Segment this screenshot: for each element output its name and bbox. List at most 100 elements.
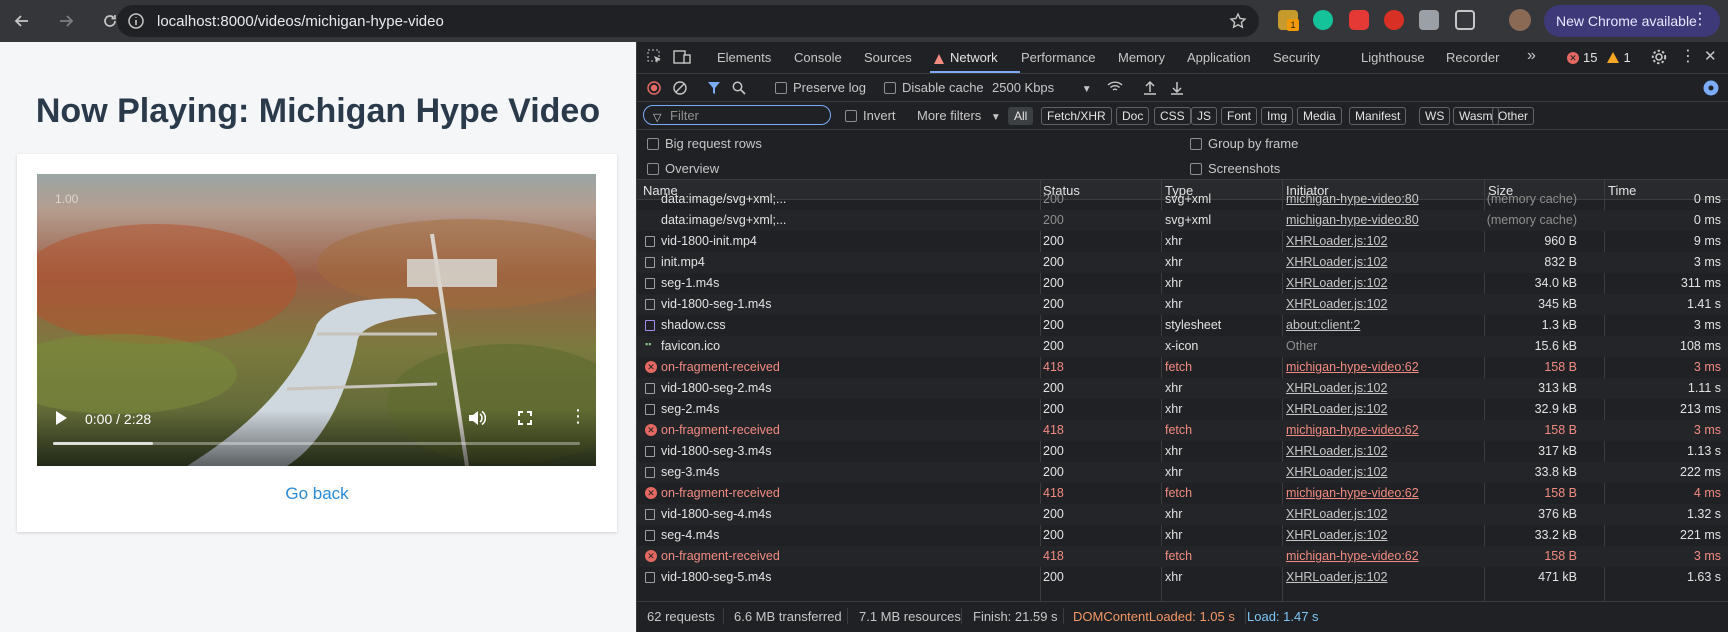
throttling-select[interactable]: 2500 Kbps ▼ — [992, 80, 1092, 95]
settings-gear-icon[interactable] — [1651, 49, 1667, 68]
disable-cache-checkbox[interactable]: Disable cache — [884, 80, 984, 95]
table-row[interactable]: vid-1800-seg-5.m4s 200 xhr XHRLoader.js:102… — [637, 567, 1728, 588]
go-back-link[interactable]: Go back — [17, 484, 617, 504]
record-stop-icon[interactable] — [647, 81, 661, 98]
screenshots-checkbox[interactable]: Screenshots — [1190, 161, 1280, 176]
more-filters-dropdown[interactable]: More filters ▼ — [917, 108, 1001, 123]
table-row[interactable]: ▪▪ favicon.ico 200 x-icon Other 15.6 kB 108 ms — [637, 336, 1728, 357]
request-initiator[interactable]: michigan-hype-video:62 — [1286, 360, 1419, 374]
grammarly-icon[interactable] — [1313, 10, 1333, 30]
video-extension-icon[interactable] — [1349, 10, 1369, 30]
table-row[interactable]: vid-1800-seg-4.m4s 200 xhr XHRLoader.js:102… — [637, 504, 1728, 525]
filter-chip-img[interactable]: Img — [1261, 107, 1294, 125]
table-row[interactable]: seg-2.m4s 200 xhr XHRLoader.js:102 32.9 kB 21… — [637, 399, 1728, 420]
extensions-puzzle-icon[interactable] — [1455, 10, 1475, 30]
table-row[interactable]: ✕ on-fragment-received 418 fetch michigan-hy… — [637, 546, 1728, 567]
back-icon[interactable] — [10, 9, 34, 33]
url-text[interactable]: localhost:8000/videos/michigan-hype-vide… — [157, 13, 444, 30]
inspect-element-icon[interactable] — [647, 49, 663, 68]
filter-chip-font[interactable]: Font — [1221, 107, 1258, 125]
request-initiator[interactable]: about:client:2 — [1286, 318, 1360, 332]
screenshots-box[interactable] — [1190, 163, 1202, 175]
table-row[interactable]: ✕ on-fragment-received 418 fetch michigan-hy… — [637, 483, 1728, 504]
group-by-frame-checkbox[interactable]: Group by frame — [1190, 136, 1298, 151]
volume-icon[interactable] — [468, 410, 487, 429]
overview-checkbox[interactable]: Overview — [647, 161, 719, 176]
request-initiator[interactable]: michigan-hype-video:62 — [1286, 549, 1419, 563]
invert-box[interactable] — [845, 110, 857, 122]
network-conditions-icon[interactable] — [1107, 80, 1123, 97]
filter-chip-ws[interactable]: WS — [1419, 107, 1451, 125]
kebab-menu-icon[interactable]: ⋮ — [1692, 12, 1708, 28]
tab-sources[interactable]: Sources — [864, 50, 912, 65]
request-initiator[interactable]: XHRLoader.js:102 — [1286, 507, 1387, 521]
request-initiator[interactable]: XHRLoader.js:102 — [1286, 381, 1387, 395]
tab-elements[interactable]: Elements — [717, 50, 771, 65]
request-initiator[interactable]: XHRLoader.js:102 — [1286, 402, 1387, 416]
filter-chip-all[interactable]: All — [1008, 107, 1034, 125]
disable-cache-box[interactable] — [884, 82, 896, 94]
extension-cloud-icon[interactable]: 1 — [1278, 10, 1299, 31]
request-initiator[interactable]: XHRLoader.js:102 — [1286, 444, 1387, 458]
request-initiator[interactable]: XHRLoader.js:102 — [1286, 234, 1387, 248]
more-tabs-icon[interactable]: » — [1527, 47, 1536, 65]
device-toolbar-icon[interactable] — [673, 49, 691, 68]
request-initiator[interactable]: XHRLoader.js:102 — [1286, 276, 1387, 290]
tab-network[interactable]: Network — [950, 50, 998, 65]
bookmark-star-icon[interactable] — [1229, 12, 1247, 33]
request-initiator[interactable]: XHRLoader.js:102 — [1286, 528, 1387, 542]
table-row[interactable]: vid-1800-seg-1.m4s 200 xhr XHRLoader.js:102… — [637, 294, 1728, 315]
table-row[interactable]: vid-1800-seg-3.m4s 200 xhr XHRLoader.js:102… — [637, 441, 1728, 462]
video-options-icon[interactable]: ⋮ — [569, 407, 587, 425]
table-row[interactable]: vid-1800-seg-2.m4s 200 xhr XHRLoader.js:102… — [637, 378, 1728, 399]
request-initiator[interactable]: XHRLoader.js:102 — [1286, 297, 1387, 311]
filter-chip-css[interactable]: CSS — [1154, 107, 1191, 125]
filter-chip-js[interactable]: JS — [1191, 107, 1218, 125]
devtools-menu-icon[interactable]: ⋮ — [1680, 46, 1696, 66]
tab-lighthouse[interactable]: Lighthouse — [1361, 50, 1425, 65]
table-row[interactable]: ✕ on-fragment-received 418 fetch michigan-hy… — [637, 420, 1728, 441]
request-initiator[interactable]: michigan-hype-video:80 — [1286, 192, 1419, 206]
table-row[interactable]: init.mp4 200 xhr XHRLoader.js:102 832 B 3 ms — [637, 252, 1728, 273]
table-row[interactable]: seg-1.m4s 200 xhr XHRLoader.js:102 34.0 kB 31… — [637, 273, 1728, 294]
invert-checkbox[interactable]: Invert — [845, 108, 896, 123]
preserve-log-box[interactable] — [775, 82, 787, 94]
clear-icon[interactable] — [673, 81, 687, 98]
filter-chip-fetch-xhr[interactable]: Fetch/XHR — [1041, 107, 1112, 125]
tab-memory[interactable]: Memory — [1118, 50, 1165, 65]
issues-counter[interactable]: ✕ 15 1 — [1567, 50, 1631, 65]
address-bar[interactable]: localhost:8000/videos/michigan-hype-vide… — [117, 5, 1259, 37]
fullscreen-icon[interactable] — [518, 411, 532, 428]
filter-chip-other[interactable]: Other — [1492, 107, 1535, 125]
hand-extension-icon[interactable] — [1384, 10, 1404, 30]
table-row[interactable]: ✕ on-fragment-received 418 fetch michigan-hy… — [637, 357, 1728, 378]
close-devtools-icon[interactable]: ✕ — [1704, 47, 1717, 65]
request-initiator[interactable]: michigan-hype-video:80 — [1286, 213, 1419, 227]
seek-bar[interactable] — [53, 442, 580, 445]
table-row[interactable]: shadow.css 200 stylesheet about:client:2 1.3… — [637, 315, 1728, 336]
tab-console[interactable]: Console — [794, 50, 842, 65]
video-player[interactable]: 1.00 0:00 / 2:28 ⋮ — [37, 174, 596, 466]
big-request-rows-box[interactable] — [647, 138, 659, 150]
table-row[interactable]: seg-3.m4s 200 xhr XHRLoader.js:102 33.8 kB 22… — [637, 462, 1728, 483]
network-settings-gear-icon[interactable] — [1703, 80, 1719, 99]
export-har-icon[interactable] — [1170, 80, 1184, 98]
search-icon[interactable] — [732, 81, 746, 98]
request-initiator[interactable]: XHRLoader.js:102 — [1286, 465, 1387, 479]
import-har-icon[interactable] — [1143, 80, 1157, 98]
overview-box[interactable] — [647, 163, 659, 175]
tab-application[interactable]: Application — [1187, 50, 1251, 65]
site-info-icon[interactable] — [127, 12, 145, 30]
forward-icon[interactable] — [54, 9, 78, 33]
request-initiator[interactable]: XHRLoader.js:102 — [1286, 570, 1387, 584]
table-row[interactable]: data:image/svg+xml;... 200 svg+xml michigan… — [637, 189, 1728, 210]
new-chrome-available-button[interactable]: New Chrome available ⋮ — [1544, 5, 1720, 37]
request-initiator[interactable]: michigan-hype-video:62 — [1286, 486, 1419, 500]
profile-avatar[interactable] — [1509, 9, 1531, 31]
big-request-rows-checkbox[interactable]: Big request rows — [647, 136, 762, 151]
filter-input[interactable] — [643, 105, 831, 125]
group-by-frame-box[interactable] — [1190, 138, 1202, 150]
play-icon[interactable] — [54, 410, 68, 429]
table-row[interactable]: vid-1800-init.mp4 200 xhr XHRLoader.js:102 9… — [637, 231, 1728, 252]
request-initiator[interactable]: XHRLoader.js:102 — [1286, 255, 1387, 269]
